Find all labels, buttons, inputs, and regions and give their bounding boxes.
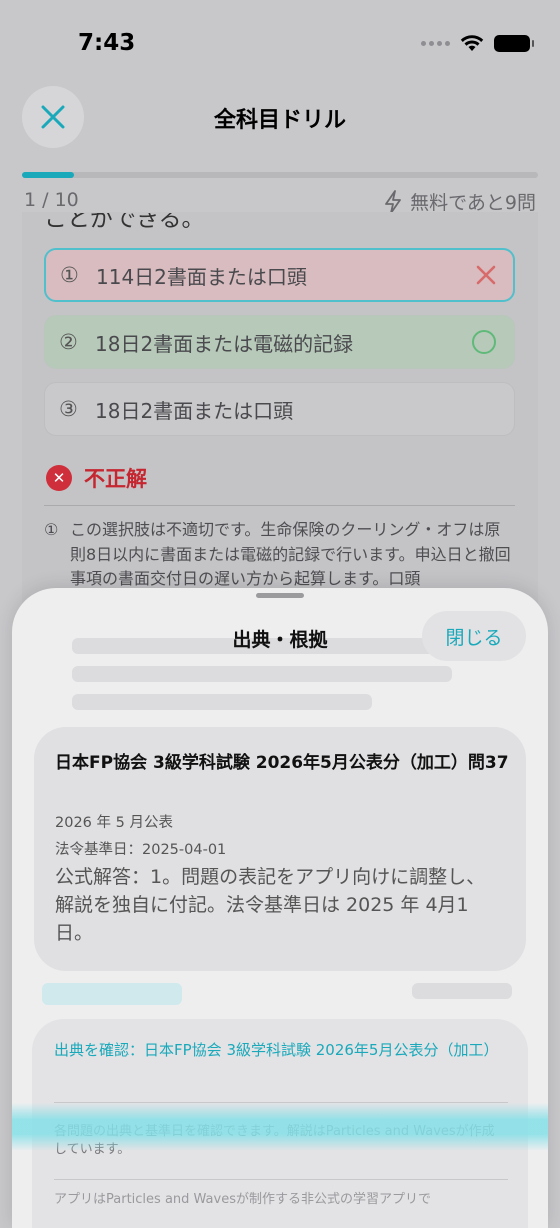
status-bar: 7:43 (0, 0, 560, 90)
status-time: 7:43 (78, 30, 136, 56)
result-banner: ✕ 不正解 (46, 463, 147, 493)
source-card: 日本FP協会 3級学科試験 2026年5月公表分（加工）問37 2026 年 5… (34, 727, 526, 971)
explanation: ① この選択肢は不適切です。生命保険のクーリング・オフは原則8日以内に書面または… (44, 518, 516, 592)
source-title: 日本FP協会 3級学科試験 2026年5月公表分（加工）問37 (55, 753, 509, 773)
progress-bar (22, 172, 538, 178)
source-answer-note: 公式解答：1。問題の表記をアプリ向けに調整し、解説を独自に付記。法令基準日は 2… (55, 866, 486, 944)
result-label: 不正解 (84, 467, 147, 491)
option-text: 18日2書面または口頭 (95, 398, 294, 423)
option-number: ① (60, 263, 79, 287)
page-title: 全科目ドリル (213, 108, 346, 133)
status-icons (421, 34, 534, 52)
answer-option-3[interactable]: ③ 18日2書面または口頭 (44, 382, 515, 436)
answer-option-2[interactable]: ② 18日2書面または電磁的記録 (44, 315, 515, 369)
sheet-grabber[interactable] (256, 593, 304, 598)
incorrect-icon: ✕ (46, 465, 72, 491)
highlight-glow (12, 1103, 548, 1151)
free-quota-label: 無料であと9問 (410, 192, 536, 214)
confirm-source-link[interactable]: 出典を確認：日本FP協会 3級学科試験 2026年5月公表分（加工） (54, 1039, 498, 1062)
progress-count: 1 / 10 (24, 189, 79, 211)
progress-fill (22, 172, 74, 178)
answer-option-1[interactable]: ① 114日2書面または口頭 (44, 248, 515, 302)
disclaimer-text: アプリはParticles and Wavesが制作する非公式の学習アプリで (54, 1192, 431, 1207)
option-text: 114日2書面または口頭 (96, 264, 307, 289)
option-number: ③ (59, 397, 78, 421)
free-quota: 無料であと9問 (384, 188, 536, 215)
incorrect-x-icon (476, 265, 496, 285)
wifi-icon (460, 35, 484, 51)
lightning-icon (385, 189, 401, 214)
source-published: 2026 年 5 月公表 (55, 815, 173, 831)
source-sheet: 出典・根拠 閉じる 日本FP協会 3級学科試験 2026年5月公表分（加工）問3… (12, 588, 548, 1228)
option-text: 18日2書面または電磁的記録 (95, 331, 354, 356)
divider (44, 505, 515, 506)
explanation-number: ① (44, 520, 59, 539)
nav-bar: 全科目ドリル (0, 86, 560, 150)
source-base-date: 法令基準日：2025-04-01 (55, 842, 227, 858)
sheet-close-button[interactable]: 閉じる (422, 611, 526, 661)
correct-circle-icon (472, 330, 496, 354)
battery-icon (494, 34, 534, 52)
option-number: ② (59, 330, 78, 354)
divider (54, 1179, 508, 1180)
explanation-text: この選択肢は不適切です。生命保険のクーリング・オフは原則8日以内に書面または電磁… (70, 520, 511, 588)
cellular-signal-icon (421, 40, 450, 46)
